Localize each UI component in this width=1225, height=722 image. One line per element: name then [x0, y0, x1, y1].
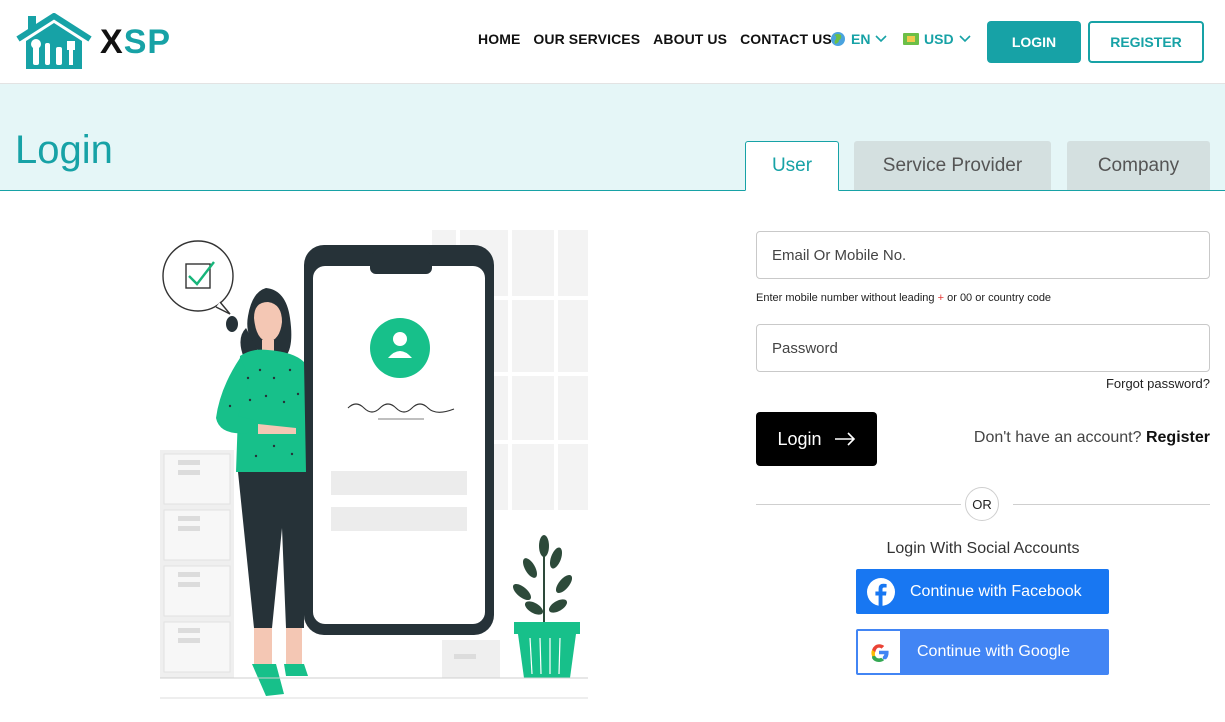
divider-right	[1013, 504, 1210, 505]
mobile-hint-text-start: Enter mobile number without leading	[756, 292, 938, 304]
header-login-button[interactable]: LOGIN	[987, 21, 1081, 63]
nav-our-services[interactable]: OUR SERVICES	[533, 31, 640, 47]
google-login-button[interactable]: Continue with Google	[856, 629, 1109, 675]
currency-flag-icon	[903, 33, 919, 45]
brand-name-x: X	[100, 22, 124, 61]
register-link[interactable]: Register	[1146, 429, 1210, 446]
social-login-title: Login With Social Accounts	[886, 540, 1080, 557]
chevron-down-icon	[958, 35, 971, 43]
brand-name: XSP	[100, 23, 171, 62]
divider-left	[756, 504, 961, 505]
language-selector[interactable]: EN	[830, 31, 888, 47]
mobile-hint-text-end: or 00 or country code	[944, 292, 1052, 304]
facebook-icon	[867, 577, 895, 606]
globe-icon	[831, 32, 845, 46]
nav-about-us[interactable]: ABOUT US	[653, 31, 727, 47]
main-nav: HOME OUR SERVICES ABOUT US CONTACT US	[478, 31, 845, 47]
no-account-text: Don't have an account?	[973, 429, 1142, 446]
page-banner: Login User Service Provider Company	[0, 84, 1225, 191]
brand-name-sp: SP	[123, 22, 172, 61]
facebook-login-button[interactable]: Continue with Facebook	[856, 569, 1109, 614]
site-logo[interactable]: XSP	[14, 12, 184, 72]
password-input[interactable]	[756, 324, 1210, 372]
site-header: XSP HOME OUR SERVICES ABOUT US CONTACT U…	[0, 0, 1225, 84]
register-prompt: Don't have an account? Register	[974, 429, 1210, 447]
arrow-right-icon	[834, 432, 855, 446]
mobile-hint: Enter mobile number without leading + or…	[756, 292, 1051, 304]
chevron-down-icon	[875, 35, 888, 43]
email-or-mobile-input[interactable]	[756, 231, 1210, 279]
tab-service-provider[interactable]: Service Provider	[854, 141, 1051, 190]
nav-home[interactable]: HOME	[478, 31, 520, 47]
currency-selector[interactable]: USD	[903, 31, 971, 47]
tab-user[interactable]: User	[745, 141, 839, 191]
language-label: EN	[851, 31, 871, 47]
google-login-label: Continue with Google	[917, 643, 1070, 660]
facebook-login-label: Continue with Facebook	[910, 582, 1082, 600]
house-tools-logo-icon	[16, 13, 92, 69]
google-icon	[871, 644, 889, 662]
currency-label: USD	[924, 31, 954, 47]
login-submit-label: Login	[777, 428, 822, 449]
nav-contact-us[interactable]: CONTACT US	[740, 31, 832, 47]
or-divider: OR	[965, 487, 999, 521]
forgot-password-link[interactable]: Forgot password?	[1106, 376, 1210, 391]
google-icon-box	[858, 631, 900, 673]
tab-company[interactable]: Company	[1067, 141, 1210, 190]
login-submit-button[interactable]: Login	[756, 412, 877, 466]
header-register-button[interactable]: REGISTER	[1088, 21, 1204, 63]
login-illustration	[160, 230, 588, 699]
page-title: Login	[15, 128, 113, 172]
